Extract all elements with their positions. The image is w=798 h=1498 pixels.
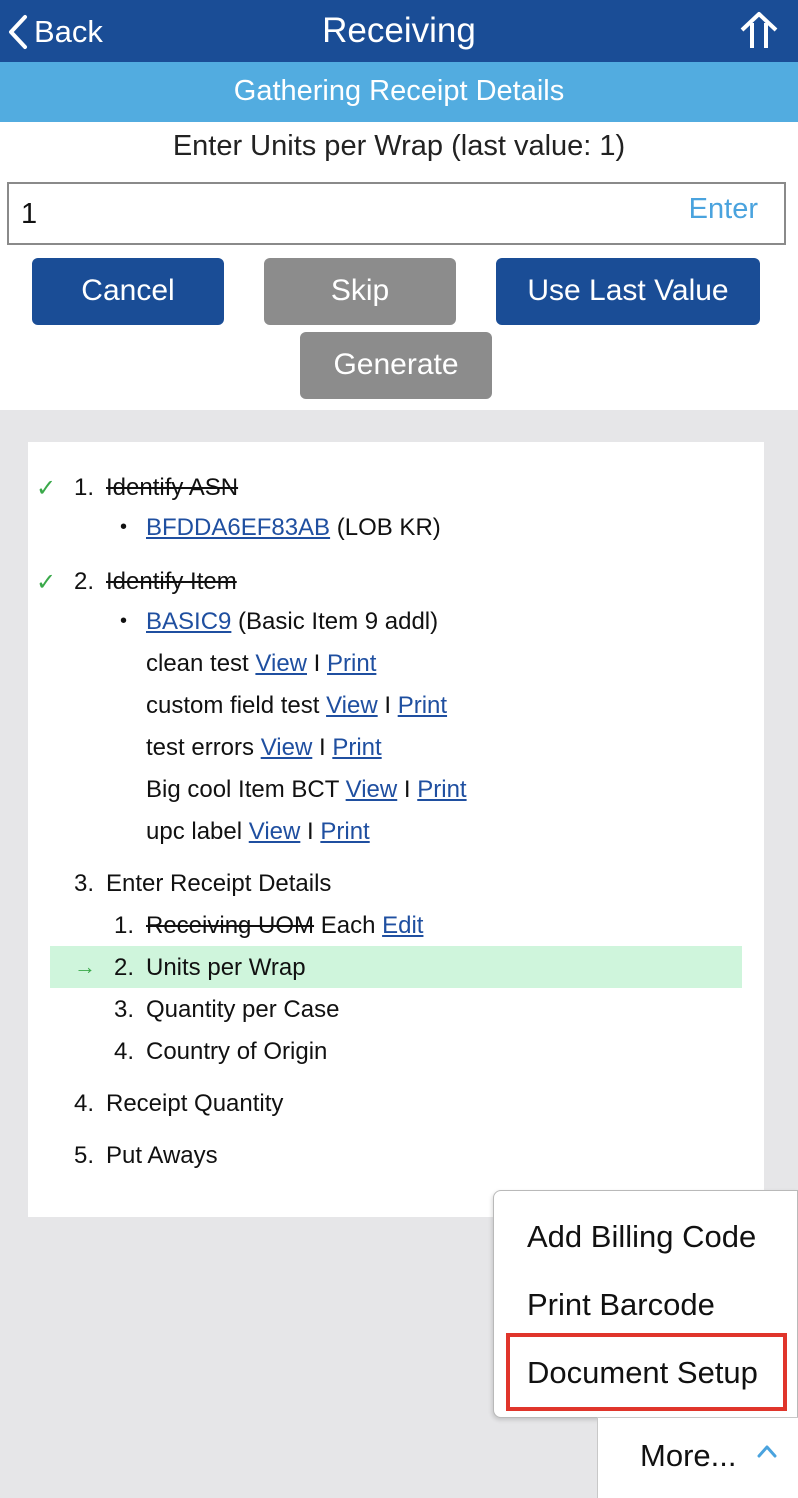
step-number: 4. — [74, 1090, 95, 1117]
label-row: upc label View I Print — [146, 818, 370, 846]
more-button[interactable]: More... — [597, 1417, 798, 1498]
separator: I — [384, 692, 392, 719]
substep-country-of-origin: Country of Origin — [146, 1038, 328, 1065]
bullet: • — [120, 516, 128, 538]
substep-quantity-per-case: Quantity per Case — [146, 996, 340, 1023]
value-input-box: Enter — [7, 182, 786, 245]
label-name: clean test — [146, 650, 249, 677]
item-link[interactable]: BASIC9 — [146, 608, 231, 635]
page-title: Receiving — [322, 11, 476, 50]
print-link[interactable]: Print — [332, 734, 381, 761]
skip-button[interactable]: Skip — [264, 258, 456, 325]
view-link[interactable]: View — [249, 818, 301, 845]
prompt-panel: Enter Units per Wrap (last value: 1) Ent… — [0, 122, 798, 410]
right-arrow-icon: → — [74, 954, 96, 979]
asn-link[interactable]: BFDDA6EF83AB — [146, 514, 330, 541]
view-link[interactable]: View — [346, 776, 398, 803]
print-link[interactable]: Print — [417, 776, 466, 803]
checkmark-icon: ✓ — [36, 569, 57, 596]
label-row: clean test View I Print — [146, 650, 376, 678]
top-bar: Back Receiving — [0, 0, 798, 62]
print-link[interactable]: Print — [398, 692, 447, 719]
view-link[interactable]: View — [255, 650, 307, 677]
home-up-arrow-icon[interactable] — [738, 10, 780, 50]
label-name: test errors — [146, 734, 255, 761]
label-row: custom field test View I Print — [146, 692, 447, 720]
substep-units-per-wrap: Units per Wrap — [146, 954, 306, 981]
label-name: upc label — [146, 818, 243, 845]
separator: I — [307, 818, 314, 845]
step-label-enter-receipt-details: Enter Receipt Details — [106, 870, 332, 897]
label-row: Big cool Item BCT View I Print — [146, 776, 467, 804]
use-last-value-button[interactable]: Use Last Value — [496, 258, 760, 325]
item-row: BASIC9 (Basic Item 9 addl) — [146, 608, 438, 636]
highlight-box — [506, 1333, 787, 1411]
view-link[interactable]: View — [326, 692, 378, 719]
step-label-identify-item: Identify Item — [106, 568, 237, 595]
step-list: ✓ 1. Identify ASN • BFDDA6EF83AB (LOB KR… — [28, 442, 764, 1217]
asn-note: (LOB KR) — [336, 514, 441, 541]
bullet: • — [120, 610, 128, 632]
checkmark-icon: ✓ — [36, 475, 57, 502]
item-note: (Basic Item 9 addl) — [238, 608, 439, 635]
substep-label: Receiving UOM — [146, 912, 315, 939]
label-name: Big cool Item BCT — [146, 776, 339, 803]
print-link[interactable]: Print — [327, 650, 376, 677]
more-label: More... — [640, 1438, 737, 1473]
step-number: 5. — [74, 1142, 95, 1169]
substep-value: Each — [320, 912, 376, 939]
chevron-up-icon — [757, 1445, 777, 1458]
menu-item-print-barcode[interactable]: Print Barcode — [527, 1287, 715, 1323]
print-link[interactable]: Print — [320, 818, 369, 845]
cancel-button[interactable]: Cancel — [32, 258, 224, 325]
units-per-wrap-input[interactable] — [21, 192, 621, 236]
subheader: Gathering Receipt Details — [0, 62, 798, 122]
edit-link[interactable]: Edit — [382, 912, 423, 939]
more-menu: Add Billing Code Print Barcode Document … — [493, 1190, 798, 1418]
step-number: 1. — [74, 474, 95, 501]
label-row: test errors View I Print — [146, 734, 382, 762]
asn-row: BFDDA6EF83AB (LOB KR) — [146, 514, 441, 542]
substep-number: 3. — [114, 996, 135, 1023]
generate-button[interactable]: Generate — [300, 332, 492, 399]
separator: I — [313, 650, 321, 677]
step-number: 2. — [74, 568, 95, 595]
step-label-put-aways: Put Aways — [106, 1142, 218, 1169]
separator: I — [403, 776, 411, 803]
substep-number: 1. — [114, 912, 135, 939]
separator: I — [318, 734, 326, 761]
menu-item-add-billing-code[interactable]: Add Billing Code — [527, 1219, 756, 1255]
step-label-receipt-quantity: Receipt Quantity — [106, 1090, 284, 1117]
substep-number: 4. — [114, 1038, 135, 1065]
substep-receiving-uom: Receiving UOM Each Edit — [146, 912, 423, 940]
step-number: 3. — [74, 870, 95, 897]
label-name: custom field test — [146, 692, 320, 719]
step-label-identify-asn: Identify ASN — [106, 474, 239, 501]
enter-button[interactable]: Enter — [689, 193, 758, 226]
prompt-text: Enter Units per Wrap (last value: 1) — [172, 130, 626, 162]
substep-number: 2. — [114, 954, 135, 981]
view-link[interactable]: View — [261, 734, 313, 761]
